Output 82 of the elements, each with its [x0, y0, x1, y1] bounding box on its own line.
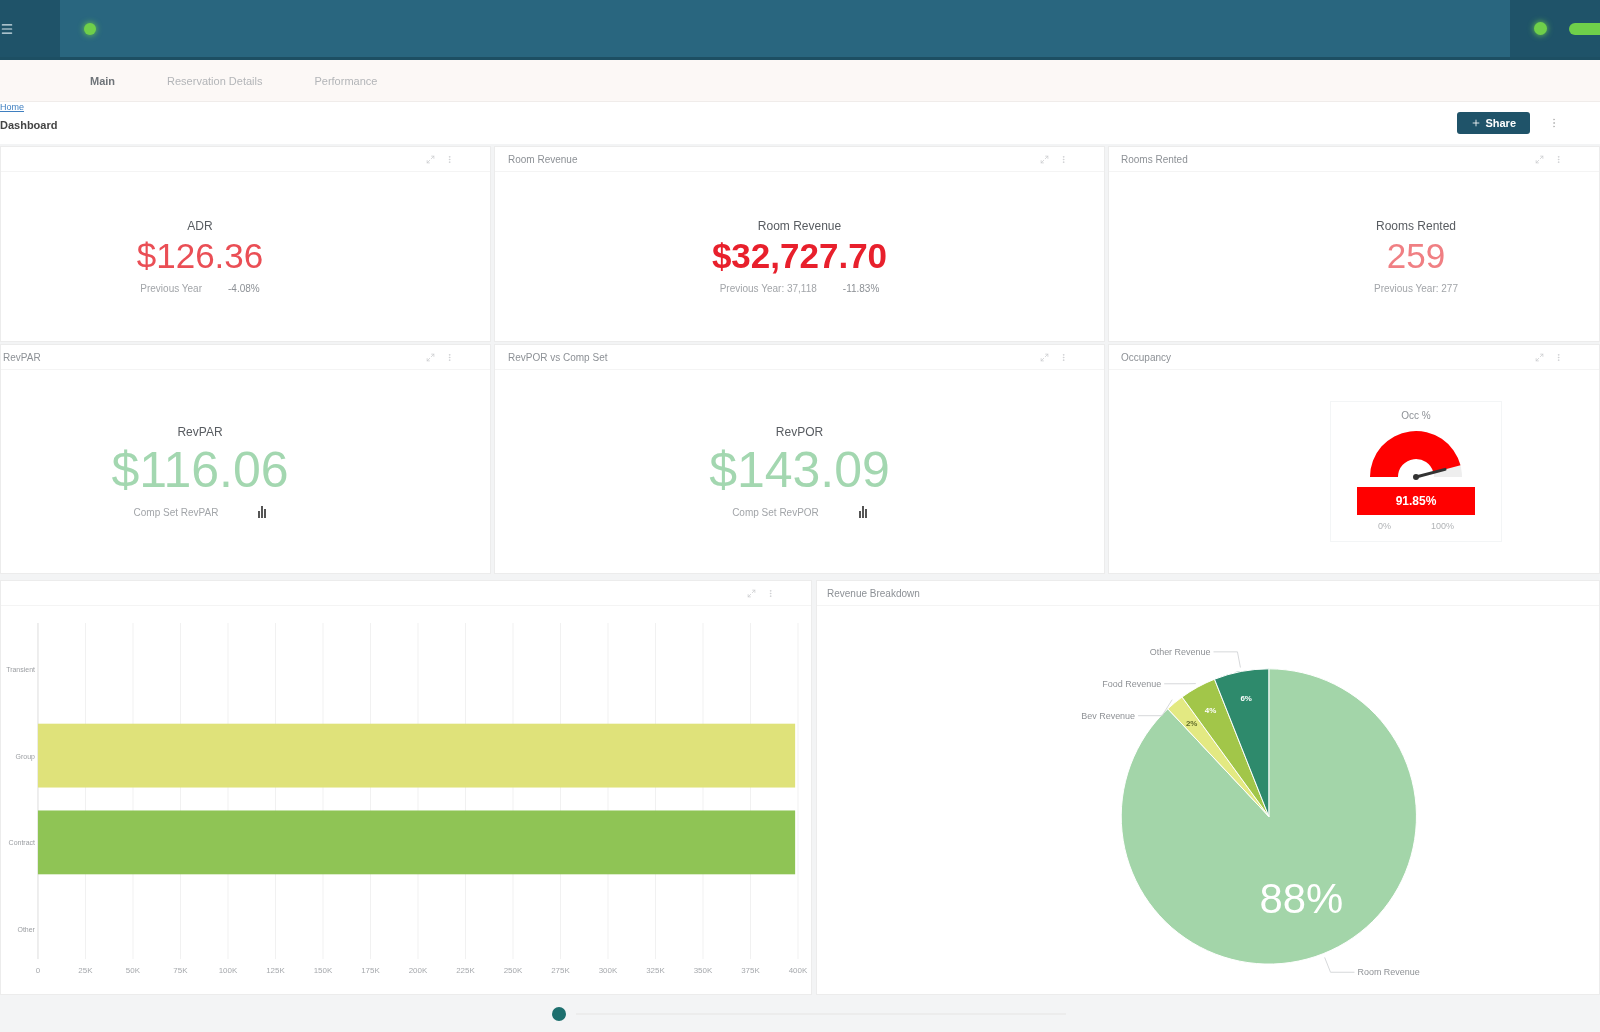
plus-icon: [1471, 118, 1482, 128]
change-value: -11.83%: [842, 283, 880, 295]
axis-label: 300K: [598, 966, 618, 976]
expand-icon[interactable]: [1535, 352, 1544, 362]
menu-icon[interactable]: [0, 21, 14, 36]
more-icon[interactable]: [445, 154, 454, 164]
slice-label: 88%: [1259, 874, 1344, 922]
status-dot-icon: [552, 1006, 566, 1021]
axis-label: 0: [35, 966, 41, 976]
share-button[interactable]: Share: [1457, 112, 1530, 134]
panel-title: Rooms Rented: [1121, 153, 1188, 165]
more-icon[interactable]: [445, 352, 454, 362]
bar-chart-icon[interactable]: [258, 506, 267, 518]
panel-title: Revenue Breakdown: [827, 587, 920, 599]
metric-value: $143.09: [709, 443, 890, 498]
pill-icon[interactable]: [1569, 22, 1600, 35]
gauge-min: 0%: [1377, 521, 1391, 531]
axis-label: 375K: [741, 966, 760, 976]
expand-icon[interactable]: [1535, 154, 1544, 164]
page-title: Dashboard: [0, 119, 58, 131]
expand-icon[interactable]: [747, 588, 756, 598]
slice-label: 6%: [1240, 693, 1252, 703]
axis-label: 50K: [125, 966, 141, 976]
panel-title: RevPOR vs Comp Set: [508, 351, 608, 363]
logo-icon[interactable]: [84, 22, 96, 35]
panel-title: RevPAR: [3, 351, 41, 363]
more-icon[interactable]: [1554, 352, 1563, 362]
leader-line: [1137, 699, 1173, 717]
axis-label: 150K: [313, 966, 333, 976]
more-icon[interactable]: [1059, 352, 1068, 362]
axis-label: 100K: [218, 966, 238, 976]
gauge-max: 100%: [1431, 521, 1454, 531]
axis-label: 200K: [408, 966, 428, 976]
metric-label: RevPOR: [775, 425, 824, 439]
comparison-note: Comp Set RevPAR: [133, 506, 219, 518]
leader-line: [1213, 651, 1241, 669]
more-icon[interactable]: [1554, 154, 1563, 164]
axis-label: 350K: [693, 966, 713, 976]
axis-label: 325K: [646, 966, 665, 976]
change-value: -4.08%: [228, 283, 260, 295]
slice-name: Other Revenue: [1149, 646, 1211, 657]
metric-value: $32,727.70: [711, 236, 888, 276]
axis-label: 75K: [173, 966, 188, 976]
axis-label: 25K: [78, 966, 93, 976]
metric-label: Rooms Rented: [1375, 218, 1456, 233]
slice-name: Bev Revenue: [1081, 710, 1136, 721]
axis-label: 400K: [788, 966, 808, 976]
metric-value: $116.06: [111, 443, 289, 498]
slice-label: 4%: [1204, 706, 1217, 716]
expand-icon[interactable]: [1040, 154, 1049, 164]
slice-name: Room Revenue: [1357, 967, 1420, 978]
gauge-label: Occ %: [1401, 410, 1431, 421]
bar-chart-icon[interactable]: [858, 506, 867, 518]
axis-label: 275K: [551, 966, 570, 976]
comparison-note: Comp Set RevPOR: [732, 506, 819, 518]
metric-label: RevPAR: [177, 425, 223, 439]
leader-line: [1324, 956, 1355, 973]
axis-label: 175K: [361, 966, 380, 976]
expand-icon[interactable]: [426, 154, 435, 164]
more-icon[interactable]: [1059, 154, 1068, 164]
comparison-note: Previous Year: [140, 283, 202, 295]
axis-label: 250K: [503, 966, 523, 976]
breadcrumb-link[interactable]: Home: [0, 102, 58, 112]
expand-icon[interactable]: [426, 352, 435, 362]
comparison-note: Previous Year: 37,118: [719, 283, 817, 295]
panel-title: Room Revenue: [508, 153, 578, 165]
axis-label: 225K: [456, 966, 475, 976]
slice-label: 2%: [1185, 719, 1198, 729]
gauge-reading: 91.85%: [1357, 487, 1475, 515]
panel-title: Occupancy: [1121, 351, 1172, 363]
axis-label: 125K: [266, 966, 285, 976]
metric-label: Room Revenue: [757, 218, 842, 233]
metric-label: ADR: [187, 218, 213, 233]
expand-icon[interactable]: [1040, 352, 1049, 362]
status-dot-icon[interactable]: [1534, 22, 1547, 35]
more-icon[interactable]: [766, 588, 775, 598]
metric-value: $126.36: [136, 236, 264, 276]
comparison-note: Previous Year: 277: [1374, 283, 1458, 295]
slice-name: Food Revenue: [1102, 678, 1162, 689]
tab[interactable]: Main: [76, 68, 130, 93]
metric-value: 259: [1386, 236, 1446, 276]
gauge-needle: [1413, 467, 1447, 480]
